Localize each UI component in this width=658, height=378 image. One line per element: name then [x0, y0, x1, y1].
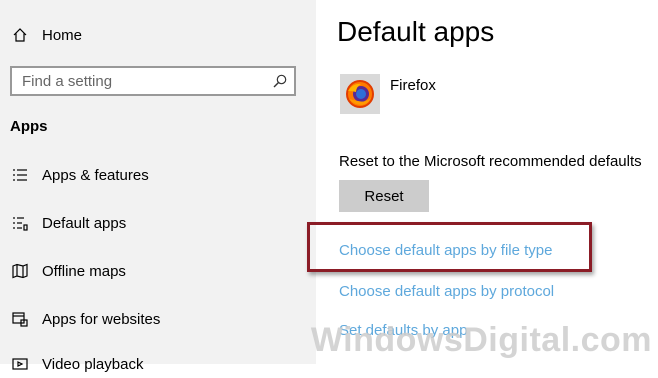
sidebar-item-offline-maps[interactable]: Offline maps [10, 257, 126, 285]
highlight-box [307, 222, 592, 272]
sidebar-item-label: Offline maps [42, 262, 126, 280]
sidebar: Home Find a setting Apps Apps & features… [0, 0, 316, 373]
sidebar-item-video-playback[interactable]: Video playback [10, 350, 143, 378]
search-icon[interactable] [272, 73, 288, 94]
sidebar-item-label: Apps & features [42, 166, 149, 184]
page-title: Default apps [337, 16, 495, 47]
website-icon [10, 309, 30, 329]
default-browser-name: Firefox [390, 77, 436, 94]
list-icon [10, 165, 30, 185]
sidebar-item-apps-websites[interactable]: Apps for websites [10, 305, 160, 333]
search-input[interactable]: Find a setting [10, 66, 296, 96]
watermark: WindowsDigital.com [310, 321, 652, 359]
choose-by-protocol-link[interactable]: Choose default apps by protocol [339, 283, 554, 300]
section-title: Apps [10, 118, 48, 135]
home-nav-item[interactable]: Home [10, 21, 82, 49]
sidebar-item-apps-features[interactable]: Apps & features [10, 161, 149, 189]
reset-description: Reset to the Microsoft recommended defau… [339, 153, 642, 170]
sidebar-item-default-apps[interactable]: Default apps [10, 209, 126, 237]
search-placeholder: Find a setting [22, 73, 113, 90]
home-icon [10, 25, 30, 45]
map-icon [10, 261, 30, 281]
reset-button[interactable]: Reset [339, 180, 429, 212]
sidebar-item-label: Apps for websites [42, 310, 161, 328]
main-content: Default apps Firefox Reset to the Micros… [316, 0, 658, 364]
home-label: Home [42, 26, 83, 44]
video-icon [10, 354, 30, 374]
sidebar-item-label: Default apps [42, 214, 127, 232]
sidebar-item-label: Video playback [42, 355, 144, 373]
default-apps-icon [10, 213, 30, 233]
firefox-icon[interactable] [340, 74, 380, 114]
